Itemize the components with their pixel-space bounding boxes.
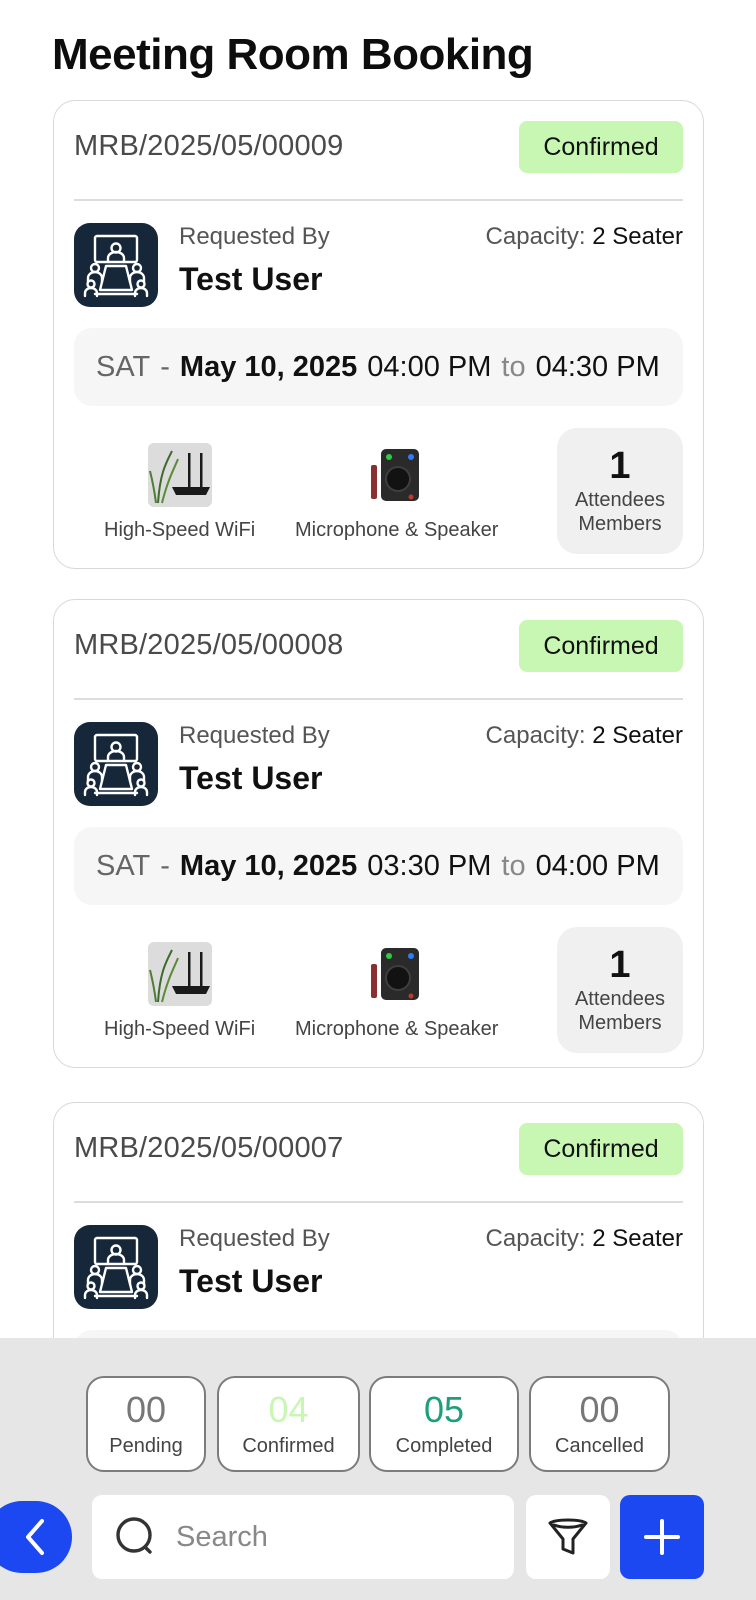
attendees-label: Attendees — [574, 987, 666, 1010]
amenity-label: Microphone & Speaker — [295, 1018, 499, 1040]
attendees-box: 1 Attendees Members — [557, 927, 683, 1053]
meeting-room-icon — [74, 223, 158, 307]
capacity-value: 2 Seater — [592, 1225, 683, 1252]
booking-card[interactable]: MRB/2025/05/00008 Confirmed Requested By… — [53, 599, 704, 1068]
capacity-value: 2 Seater — [592, 722, 683, 749]
requester-name: Test User — [179, 261, 323, 297]
booking-day: SAT — [96, 849, 151, 882]
stat-confirmed-label: Confirmed — [242, 1435, 335, 1458]
requester-name: Test User — [179, 1263, 323, 1299]
filter-icon — [548, 1518, 588, 1555]
end-time: 04:30 PM — [535, 350, 660, 383]
capacity-value: 2 Seater — [592, 223, 683, 250]
requested-by-label: Requested By — [179, 1225, 330, 1252]
attendees-count: 1 — [609, 445, 631, 488]
meeting-room-icon — [74, 722, 158, 806]
booking-date: May 10, 2025 — [179, 849, 358, 882]
card-header: MRB/2025/05/00009 Confirmed — [74, 101, 683, 201]
start-time: 03:30 PM — [367, 849, 492, 882]
booking-card[interactable]: MRB/2025/05/00009 Confirmed Requested By… — [53, 100, 704, 569]
stat-confirmed-count: 04 — [268, 1388, 309, 1430]
stat-pending-count: 00 — [125, 1388, 167, 1430]
date-separator: - — [160, 849, 170, 882]
back-button[interactable] — [0, 1501, 72, 1573]
booking-day: SAT — [96, 350, 151, 383]
stat-pending[interactable]: 00 Pending — [86, 1376, 206, 1472]
status-badge: Confirmed — [519, 620, 683, 672]
capacity: Capacity: 2 Seater — [486, 1225, 683, 1253]
search-bar[interactable] — [92, 1495, 514, 1579]
attendees-label: Attendees — [574, 488, 666, 511]
booking-id: MRB/2025/05/00009 — [74, 130, 344, 162]
end-time: 04:00 PM — [535, 849, 660, 882]
amenity-label: Microphone & Speaker — [295, 519, 499, 541]
plus-icon — [644, 1519, 680, 1555]
time-separator: to — [501, 350, 526, 383]
amenity-label: High-Speed WiFi — [104, 1018, 256, 1040]
stat-pending-label: Pending — [109, 1435, 183, 1458]
speaker-icon — [364, 942, 429, 1006]
attendees-box: 1 Attendees Members — [557, 428, 683, 554]
booking-time: SAT - May 10, 2025 03:30 PM to 04:00 PM — [74, 827, 683, 905]
start-time: 04:00 PM — [367, 350, 492, 383]
requested-by-label: Requested By — [179, 722, 330, 749]
amenity-wifi: High-Speed WiFi — [104, 942, 255, 1041]
meeting-room-icon — [74, 1225, 158, 1309]
capacity-label: Capacity: — [485, 722, 586, 749]
amenity-speaker: Microphone & Speaker — [295, 443, 498, 542]
attendees-count: 1 — [609, 944, 631, 987]
members-label: Members — [578, 512, 662, 535]
requester-name: Test User — [179, 760, 323, 796]
capacity: Capacity: 2 Seater — [486, 722, 683, 750]
stat-completed[interactable]: 05 Completed — [369, 1376, 519, 1472]
booking-time: SAT - May 10, 2025 04:00 PM to 04:30 PM — [74, 328, 683, 406]
amenity-wifi: High-Speed WiFi — [104, 443, 255, 542]
bottom-panel: 00 Pending 04 Confirmed 05 Completed 00 … — [0, 1338, 756, 1600]
stat-cancelled-count: 00 — [579, 1388, 620, 1430]
wifi-router-icon — [147, 443, 212, 507]
stat-cancelled[interactable]: 00 Cancelled — [529, 1376, 670, 1472]
stat-completed-label: Completed — [395, 1435, 493, 1458]
status-badge: Confirmed — [519, 121, 683, 173]
stat-cancelled-label: Cancelled — [555, 1435, 644, 1458]
amenity-label: High-Speed WiFi — [104, 519, 256, 541]
booking-id: MRB/2025/05/00007 — [74, 1132, 344, 1164]
date-separator: - — [160, 350, 170, 383]
booking-time — [74, 1330, 683, 1338]
chevron-left-icon — [26, 1519, 44, 1555]
requested-by-label: Requested By — [179, 223, 330, 250]
page-title: Meeting Room Booking — [52, 30, 534, 79]
card-header: MRB/2025/05/00008 Confirmed — [74, 600, 683, 700]
search-icon — [116, 1517, 152, 1554]
wifi-router-icon — [147, 942, 212, 1006]
capacity-label: Capacity: — [485, 1225, 586, 1252]
search-input[interactable] — [176, 1520, 496, 1554]
amenity-speaker: Microphone & Speaker — [295, 942, 498, 1041]
booking-id: MRB/2025/05/00008 — [74, 629, 344, 661]
time-separator: to — [501, 849, 526, 882]
capacity: Capacity: 2 Seater — [486, 223, 683, 251]
add-booking-button[interactable] — [620, 1495, 704, 1579]
capacity-label: Capacity: — [485, 223, 586, 250]
filter-button[interactable] — [526, 1495, 610, 1579]
stat-completed-count: 05 — [423, 1388, 465, 1430]
speaker-icon — [364, 443, 429, 507]
booking-list[interactable]: MRB/2025/05/00009 Confirmed Requested By… — [0, 100, 756, 1338]
booking-card[interactable]: MRB/2025/05/00007 Confirmed Requested By… — [53, 1102, 704, 1338]
members-label: Members — [578, 1011, 662, 1034]
card-header: MRB/2025/05/00007 Confirmed — [74, 1103, 683, 1203]
stat-confirmed[interactable]: 04 Confirmed — [217, 1376, 360, 1472]
status-badge: Confirmed — [519, 1123, 683, 1175]
booking-date: May 10, 2025 — [179, 350, 358, 383]
